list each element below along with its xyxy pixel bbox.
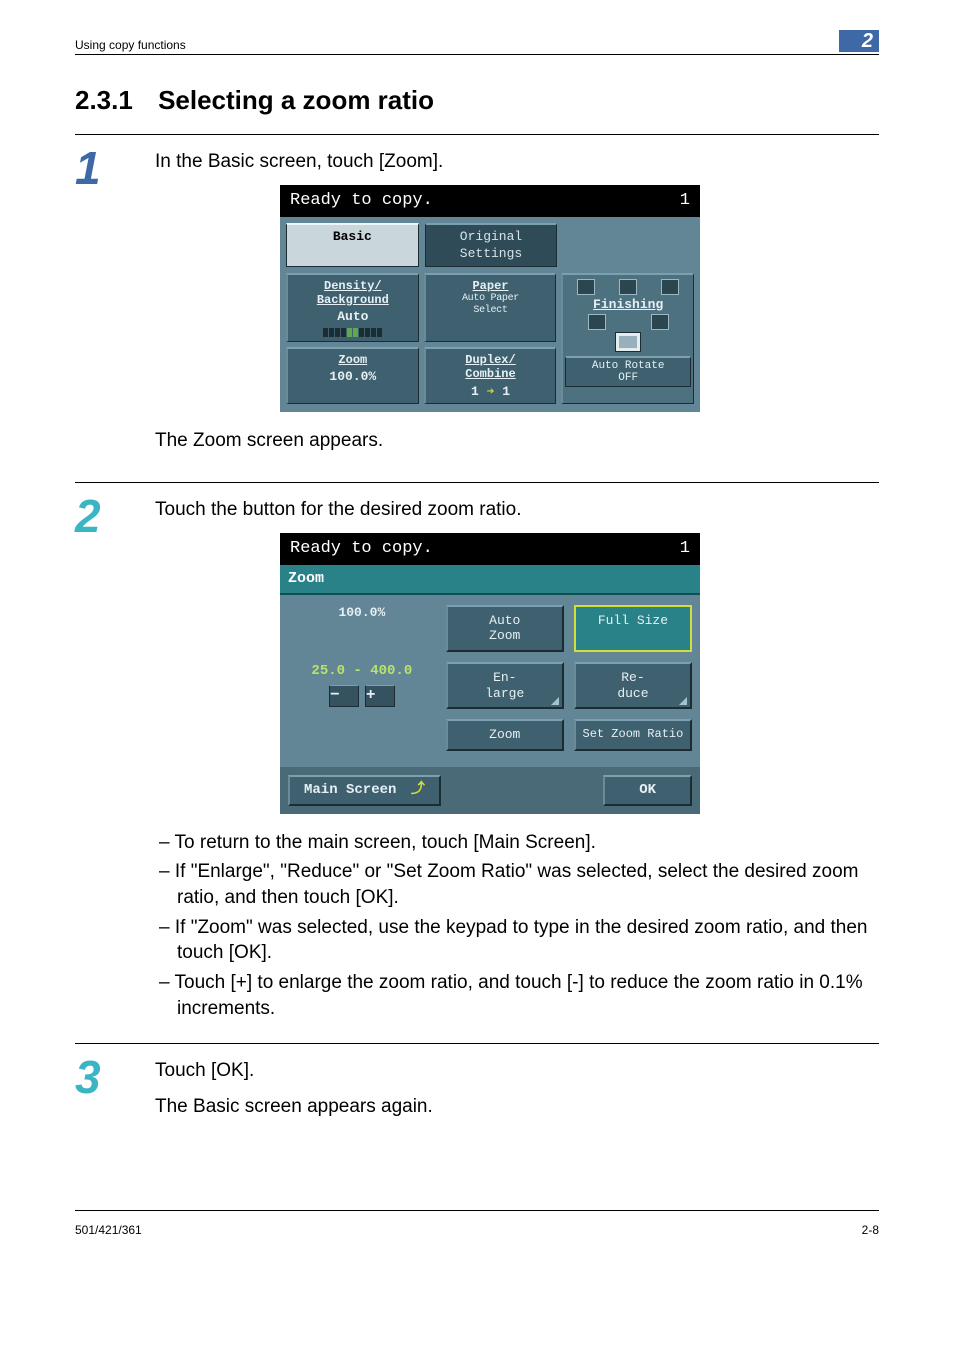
submenu-corner-icon (551, 697, 559, 705)
main-screen-button[interactable]: Main Screen ⤴ (288, 775, 441, 806)
reduce-button[interactable]: Re- duce (574, 662, 692, 709)
reduce-label: Re- duce (617, 670, 648, 701)
finishing-icons-row1 (565, 279, 691, 295)
divider (75, 1043, 879, 1044)
list-item: To return to the main screen, touch [Mai… (159, 830, 879, 856)
finishing-button[interactable]: Finishing Auto Rotate OFF (561, 273, 694, 405)
step-3: 3 Touch [OK]. The Basic screen appears a… (75, 1054, 879, 1129)
zoom-plus-button[interactable]: + (365, 685, 395, 707)
zoom-range-label: 25.0 - 400.0 (288, 662, 436, 681)
arrow-right-icon: ➔ (487, 384, 503, 399)
step-3-text: Touch [OK]. (155, 1058, 879, 1084)
section-title: Selecting a zoom ratio (158, 85, 434, 115)
finishing-icons-row2 (565, 314, 691, 330)
running-header: Using copy functions 2 (75, 30, 879, 55)
step-1: 1 In the Basic screen, touch [Zoom]. Rea… (75, 145, 879, 464)
zoom-range-control: 25.0 - 400.0 − + (288, 662, 436, 709)
document-icon (615, 332, 641, 352)
duplex-value: 1 ➔ 1 (428, 384, 554, 400)
divider (75, 134, 879, 135)
page-footer: 501/421/361 2-8 (75, 1219, 879, 1237)
density-gauge-icon (290, 328, 416, 337)
density-value: Auto (290, 309, 416, 325)
lcd1-count: 1 (680, 190, 690, 213)
full-size-button[interactable]: Full Size (574, 605, 692, 652)
header-section: Using copy functions (75, 38, 186, 52)
paper-label: Paper (428, 279, 554, 293)
zoom-screen-title: Zoom (280, 565, 700, 595)
list-item: If "Zoom" was selected, use the keypad t… (159, 915, 879, 966)
duplex-right: 1 (502, 384, 510, 399)
footer-page-number: 2-8 (862, 1223, 879, 1237)
chapter-badge: 2 (839, 30, 879, 52)
main-screen-label: Main Screen (304, 782, 396, 798)
section-heading: 2.3.1 Selecting a zoom ratio (75, 85, 879, 116)
divider (75, 482, 879, 483)
zoom-screen-screenshot: Ready to copy. 1 Zoom 100.0% Auto Zoom F… (280, 533, 700, 814)
staple-icon (619, 279, 637, 295)
zoom-button[interactable]: Zoom 100.0% (286, 347, 419, 404)
zoom-label: Zoom (290, 353, 416, 367)
step-1-after: The Zoom screen appears. (155, 428, 879, 454)
footer-divider (75, 1210, 879, 1211)
step-3-after: The Basic screen appears again. (155, 1094, 879, 1120)
step-1-number: 1 (75, 145, 155, 191)
lcd2-status: Ready to copy. (290, 538, 433, 561)
current-zoom-display: 100.0% (288, 605, 436, 652)
auto-rotate-button[interactable]: Auto Rotate OFF (565, 356, 691, 387)
duplex-label: Duplex/ Combine (428, 353, 554, 382)
enlarge-label: En- large (485, 670, 524, 701)
step-2-notes: To return to the main screen, touch [Mai… (155, 830, 879, 1021)
lcd1-status: Ready to copy. (290, 190, 433, 213)
finishing-label: Finishing (565, 297, 691, 313)
zoom-range-value: 25.0 - 400.0 (311, 663, 412, 679)
density-label: Density/ Background (290, 279, 416, 308)
ok-button[interactable]: OK (603, 775, 692, 806)
set-zoom-ratio-button[interactable]: Set Zoom Ratio (574, 719, 692, 751)
zoom-keypad-button[interactable]: Zoom (446, 719, 564, 751)
return-up-icon: ⤴ (411, 782, 425, 798)
step-2-number: 2 (75, 493, 155, 539)
auto-zoom-button[interactable]: Auto Zoom (446, 605, 564, 652)
section-number: 2.3.1 (75, 85, 133, 115)
density-background-button[interactable]: Density/ Background Auto (286, 273, 419, 342)
step-2: 2 Touch the button for the desired zoom … (75, 493, 879, 1025)
punch-icon (661, 279, 679, 295)
submenu-corner-icon (679, 697, 687, 705)
enlarge-button[interactable]: En- large (446, 662, 564, 709)
duplex-combine-button[interactable]: Duplex/ Combine 1 ➔ 1 (424, 347, 557, 404)
step-3-number: 3 (75, 1054, 155, 1100)
tab-basic[interactable]: Basic (286, 223, 419, 267)
stack-icon (577, 279, 595, 295)
lcd2-count: 1 (680, 538, 690, 561)
duplex-left: 1 (471, 384, 479, 399)
list-item: Touch [+] to enlarge the zoom ratio, and… (159, 970, 879, 1021)
step-2-text: Touch the button for the desired zoom ra… (155, 497, 879, 523)
list-item: If "Enlarge", "Reduce" or "Set Zoom Rati… (159, 859, 879, 910)
footer-model: 501/421/361 (75, 1223, 142, 1237)
basic-screen-screenshot: Ready to copy. 1 Basic Original Settings… (280, 185, 700, 413)
step-1-text: In the Basic screen, touch [Zoom]. (155, 149, 879, 175)
zoom-minus-button[interactable]: − (329, 685, 359, 707)
sort-icon (588, 314, 606, 330)
tab-original-settings[interactable]: Original Settings (425, 223, 558, 267)
paper-value: Auto Paper Select (428, 293, 554, 317)
paper-button[interactable]: Paper Auto Paper Select (424, 273, 557, 342)
zoom-value: 100.0% (290, 369, 416, 385)
group-icon (651, 314, 669, 330)
